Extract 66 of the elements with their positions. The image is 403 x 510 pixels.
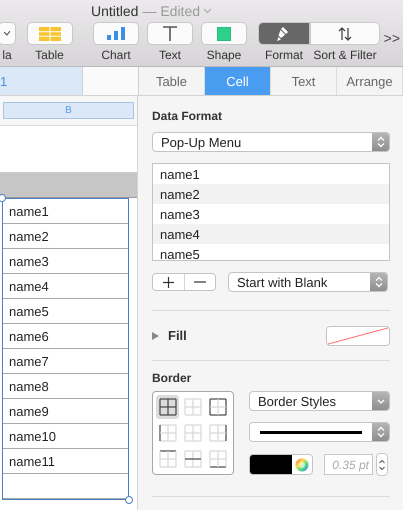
chevron-down-icon: [376, 398, 384, 404]
border-preset-icon: [184, 398, 202, 416]
minus-icon: [194, 281, 206, 283]
border-styles-dropdown[interactable]: Border Styles: [249, 391, 390, 411]
text-tool-button[interactable]: [147, 22, 193, 45]
start-option-dropdown[interactable]: Start with Blank: [228, 272, 388, 292]
border-preset-icon: [184, 450, 202, 468]
no-fill-swatch[interactable]: [326, 326, 390, 346]
tool-label: Chart: [101, 48, 131, 62]
table-cell: name11: [3, 449, 128, 474]
stepper-icon: [374, 276, 382, 288]
border-preset-icon: [158, 398, 177, 416]
table-cell: name7: [3, 349, 128, 374]
tool-label: la: [2, 48, 12, 62]
list-item[interactable]: name4: [153, 224, 389, 244]
sort-tool-button[interactable]: [310, 22, 380, 45]
checkmark-icon: [4, 30, 10, 36]
table-cell: name5: [3, 299, 128, 324]
border-preset-icon: [184, 424, 202, 442]
table-cell: name1: [3, 199, 128, 224]
stepper-icon: [376, 136, 384, 148]
data-format-dropdown[interactable]: Pop-Up Menu: [152, 132, 390, 152]
window-title: Untitled: [90, 3, 138, 19]
table-cell: name10: [3, 424, 128, 449]
bar-chart-icon: [107, 27, 125, 40]
tool-label: Sort & Filter: [313, 48, 377, 62]
selection-handle[interactable]: [0, 194, 6, 202]
color-wheel-icon: [295, 458, 309, 472]
chevron-down-icon: [203, 8, 212, 14]
border-preset-icon: [209, 450, 228, 468]
border-preset-icon: [209, 424, 228, 442]
section-heading: Data Format: [152, 109, 224, 123]
tool-label: Text: [158, 48, 181, 62]
table-icon: [38, 26, 60, 40]
text-icon: [163, 26, 177, 41]
border-preset-button[interactable]: [156, 395, 180, 419]
table-cell: name2: [3, 224, 128, 249]
stepper-icon: [376, 426, 384, 438]
line-style-dropdown[interactable]: [249, 422, 390, 442]
selection-handle[interactable]: [125, 496, 133, 504]
plus-icon: [162, 276, 174, 288]
solid-line-icon: [260, 430, 362, 434]
partial-tool-button[interactable]: [0, 22, 16, 45]
table-cell: name9: [3, 399, 128, 424]
table-cell: name4: [3, 274, 128, 299]
border-preset-icon: [158, 450, 177, 468]
tool-label: Shape: [206, 48, 242, 62]
overflow-button[interactable]: >>: [384, 30, 400, 46]
format-tool-button[interactable]: [258, 22, 310, 45]
list-item[interactable]: name2: [153, 184, 389, 204]
stepper-icon: [379, 458, 385, 470]
shape-tool-button[interactable]: [201, 22, 247, 45]
color-well[interactable]: [249, 454, 313, 475]
tool-label: Format: [264, 48, 303, 62]
border-preset-icon: [209, 398, 228, 416]
section-heading: Border: [152, 371, 192, 385]
tool-label: Table: [35, 48, 64, 62]
section-heading: Fill: [168, 328, 187, 343]
disclosure-triangle-icon[interactable]: [152, 332, 159, 340]
table-cell: name6: [3, 324, 128, 349]
border-preset-icon: [158, 424, 177, 442]
sort-arrows-icon: [337, 26, 353, 40]
chart-tool-button[interactable]: [93, 22, 139, 45]
table-cell: name8: [3, 374, 128, 399]
table-cell: name3: [3, 249, 128, 274]
width-stepper[interactable]: [376, 453, 388, 476]
